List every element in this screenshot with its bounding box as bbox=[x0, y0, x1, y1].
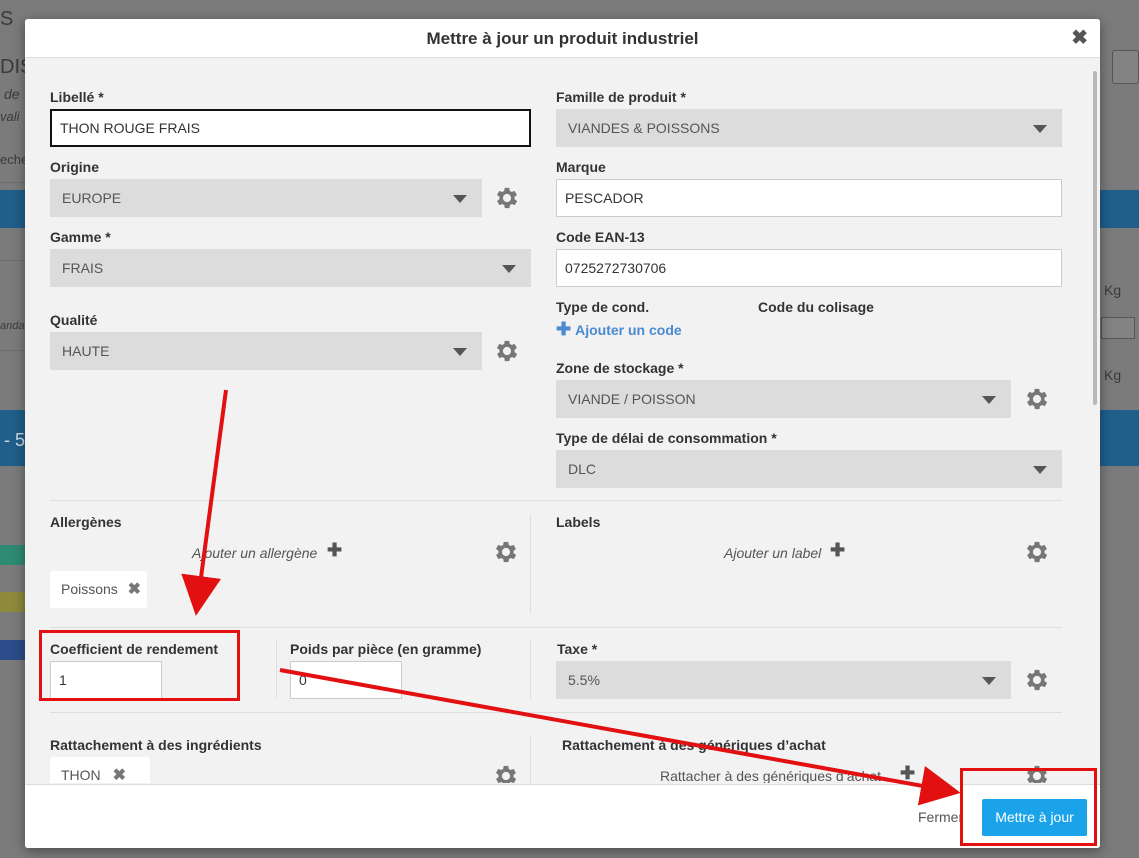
famille-label: Famille de produit * bbox=[556, 89, 686, 105]
bg-header-band bbox=[0, 190, 26, 228]
chevron-down-icon bbox=[502, 265, 516, 273]
zone-stockage-select[interactable]: VIANDE / POISSON bbox=[556, 380, 1011, 418]
taxe-select[interactable]: 5.5% bbox=[556, 661, 1011, 699]
gear-icon[interactable] bbox=[1023, 385, 1051, 413]
allergen-chip: Poissons ✖ bbox=[50, 571, 147, 608]
marque-label: Marque bbox=[556, 159, 606, 175]
bg-fragment: anda bbox=[0, 320, 25, 332]
bg-divider bbox=[0, 260, 26, 261]
origine-value: EUROPE bbox=[62, 190, 122, 206]
delai-select[interactable]: DLC bbox=[556, 450, 1062, 488]
famille-value: VIANDES & POISSONS bbox=[568, 120, 720, 136]
column-divider bbox=[530, 737, 531, 783]
bg-divider bbox=[0, 182, 26, 183]
marque-input[interactable]: PESCADOR bbox=[556, 179, 1062, 217]
taxe-value: 5.5% bbox=[568, 672, 600, 688]
famille-select[interactable]: VIANDES & POISSONS bbox=[556, 109, 1062, 147]
bg-fragment: eche bbox=[0, 152, 29, 167]
zone-stockage-value: VIANDE / POISSON bbox=[568, 391, 696, 407]
generiques-label: Rattachement à des génériques d’achat bbox=[562, 737, 826, 753]
plus-icon[interactable]: ✚ bbox=[900, 763, 915, 783]
gear-icon[interactable] bbox=[492, 538, 520, 566]
chevron-down-icon bbox=[982, 677, 996, 685]
remove-icon[interactable]: ✖ bbox=[113, 757, 126, 783]
poids-input[interactable]: 0 bbox=[290, 661, 402, 699]
bg-fragment: vali bbox=[0, 109, 20, 124]
chevron-down-icon bbox=[1033, 466, 1047, 474]
libelle-label: Libellé * bbox=[50, 89, 104, 105]
gamme-value: FRAIS bbox=[62, 260, 104, 276]
column-divider bbox=[276, 641, 277, 699]
bg-fragment: Kg bbox=[1104, 282, 1122, 298]
close-button[interactable]: Fermer bbox=[918, 809, 963, 825]
remove-icon[interactable]: ✖ bbox=[128, 571, 141, 608]
bg-header-band bbox=[1100, 410, 1139, 466]
chip-label: THON bbox=[61, 767, 101, 783]
code-colisage-label: Code du colisage bbox=[758, 299, 874, 315]
type-cond-label: Type de cond. bbox=[556, 299, 650, 315]
gear-icon[interactable] bbox=[1023, 666, 1051, 694]
ean-label: Code EAN-13 bbox=[556, 229, 645, 245]
bg-color-bar bbox=[0, 640, 26, 660]
qualite-select[interactable]: HAUTE bbox=[50, 332, 482, 370]
bg-header-band bbox=[1100, 190, 1139, 228]
add-generique-link[interactable]: Rattacher à des génériques d’achat bbox=[660, 768, 881, 783]
chevron-down-icon bbox=[453, 348, 467, 356]
gamme-label: Gamme * bbox=[50, 229, 111, 245]
gear-icon[interactable] bbox=[1023, 538, 1051, 566]
section-divider bbox=[50, 500, 1062, 501]
chip-label: Poissons bbox=[61, 581, 118, 597]
ingredient-chip: THON ✖ bbox=[50, 757, 150, 783]
chevron-down-icon bbox=[982, 396, 996, 404]
gear-icon[interactable] bbox=[493, 337, 521, 365]
column-divider bbox=[530, 514, 531, 614]
qualite-label: Qualité bbox=[50, 312, 98, 328]
bg-window-icon bbox=[1112, 50, 1139, 84]
section-divider bbox=[50, 627, 1062, 628]
chevron-down-icon bbox=[453, 195, 467, 203]
add-code-link[interactable]: ✚ Ajouter un code bbox=[556, 319, 682, 340]
plus-icon: ✚ bbox=[556, 319, 572, 339]
bg-fragment: Kg bbox=[1104, 367, 1122, 383]
bg-input bbox=[1101, 317, 1135, 339]
ingredients-label: Rattachement à des ingrédients bbox=[50, 737, 262, 753]
add-allergen-link[interactable]: Ajouter un allergène bbox=[192, 545, 317, 561]
gear-icon[interactable] bbox=[492, 762, 520, 783]
close-icon[interactable]: ✖ bbox=[1071, 28, 1088, 48]
plus-icon[interactable]: ✚ bbox=[830, 540, 845, 561]
labels-label: Labels bbox=[556, 514, 601, 530]
delai-value: DLC bbox=[568, 461, 597, 477]
update-product-modal: Mettre à jour un produit industriel ✖ Li… bbox=[25, 19, 1100, 848]
bg-color-bar bbox=[0, 545, 26, 565]
chevron-down-icon bbox=[1033, 125, 1047, 133]
gamme-select[interactable]: FRAIS bbox=[50, 249, 531, 287]
add-label-link[interactable]: Ajouter un label bbox=[724, 545, 821, 561]
bg-color-bar bbox=[0, 592, 26, 612]
zone-stockage-label: Zone de stockage * bbox=[556, 360, 684, 376]
bg-fragment: - 5 bbox=[4, 430, 26, 450]
modal-footer: Fermer Mettre à jour bbox=[25, 784, 1100, 848]
bg-fragment: de bbox=[4, 86, 20, 102]
column-divider bbox=[530, 641, 531, 699]
add-code-label: Ajouter un code bbox=[575, 322, 682, 338]
modal-title: Mettre à jour un produit industriel bbox=[426, 29, 699, 48]
taxe-label: Taxe * bbox=[557, 641, 598, 657]
qualite-value: HAUTE bbox=[62, 343, 110, 359]
delai-label: Type de délai de consommation * bbox=[556, 430, 777, 446]
origine-select[interactable]: EUROPE bbox=[50, 179, 482, 217]
libelle-input[interactable]: THON ROUGE FRAIS bbox=[50, 109, 531, 147]
origine-label: Origine bbox=[50, 159, 100, 175]
annotation-box-update bbox=[960, 768, 1097, 846]
scrollbar[interactable] bbox=[1093, 71, 1097, 405]
gear-icon[interactable] bbox=[493, 184, 521, 212]
plus-icon[interactable]: ✚ bbox=[327, 540, 342, 561]
bg-fragment: S bbox=[0, 8, 14, 30]
bg-divider bbox=[0, 350, 26, 351]
annotation-box-coefficient bbox=[39, 630, 240, 701]
ean-input[interactable]: 0725272730706 bbox=[556, 249, 1062, 287]
modal-header: Mettre à jour un produit industriel ✖ bbox=[25, 19, 1100, 58]
section-divider bbox=[50, 712, 1062, 713]
poids-label: Poids par pièce (en gramme) bbox=[290, 641, 482, 657]
allergenes-label: Allergènes bbox=[50, 514, 122, 530]
